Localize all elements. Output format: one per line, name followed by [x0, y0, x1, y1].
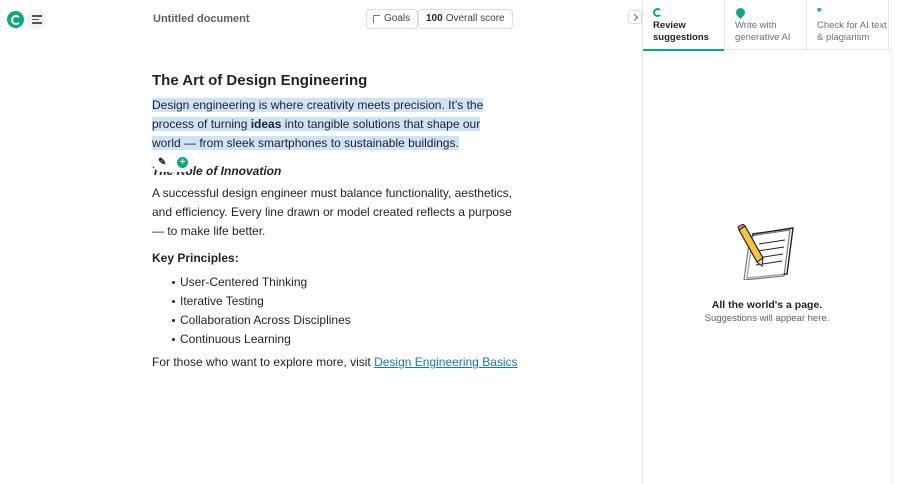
score-label: Overall score — [445, 13, 505, 24]
empty-state-title: All the world's a page. — [711, 299, 823, 311]
editor-area: Untitled document Goals 100 Overall score… — [0, 0, 642, 484]
tab-check-ai-plagiarism[interactable]: ❞ Check for AI text & plagiarism — [807, 0, 889, 50]
goals-label: Goals — [384, 13, 411, 24]
goals-icon — [373, 15, 380, 23]
score-value: 100 — [426, 13, 443, 24]
tab-label: Check for AI text & plagiarism — [817, 20, 887, 43]
principles-heading[interactable]: Key Principles: — [152, 251, 239, 265]
tab-write-generative-ai[interactable]: Write with generative AI — [725, 0, 807, 50]
empty-state-subtitle: Suggestions will appear here. — [704, 313, 830, 324]
add-icon[interactable]: + — [177, 157, 188, 168]
sidebar-scrollbar[interactable] — [891, 0, 900, 484]
design-engineering-basics-link[interactable]: Design Engineering Basics — [374, 355, 517, 369]
document-title[interactable]: Untitled document — [153, 13, 250, 25]
grammarly-icon — [653, 8, 662, 17]
collapse-sidebar-button[interactable] — [628, 10, 642, 24]
quote-icon: ❞ — [817, 7, 822, 17]
rewrite-icon[interactable]: ✎ — [158, 158, 166, 168]
document-heading[interactable]: The Art of Design Engineering — [152, 72, 367, 89]
paragraph-role[interactable]: A successful design engineer must balanc… — [152, 184, 512, 241]
selected-text[interactable]: Design engineering is where creativity m… — [152, 98, 484, 150]
menu-button[interactable] — [27, 9, 47, 29]
list-item[interactable]: User-Centered Thinking — [172, 273, 351, 292]
list-item[interactable]: Collaboration Across Disciplines — [172, 311, 351, 330]
assistant-sidebar: Review suggestions Write with generative… — [642, 0, 900, 484]
grammarly-logo-icon[interactable] — [7, 11, 24, 28]
paragraph-explore[interactable]: For those who want to explore more, visi… — [152, 354, 518, 370]
principles-list: User-Centered Thinking Iterative Testing… — [172, 273, 351, 349]
sidebar-tabs: Review suggestions Write with generative… — [643, 0, 891, 51]
paragraph-intro[interactable]: Design engineering is where creativity m… — [152, 96, 512, 153]
bold-word: ideas — [250, 117, 282, 131]
tab-label: Review suggestions — [653, 20, 709, 43]
notepad-pencil-icon — [737, 224, 794, 280]
goals-button[interactable]: Goals — [366, 9, 419, 29]
list-item[interactable]: Iterative Testing — [172, 292, 351, 311]
list-item[interactable]: Continuous Learning — [172, 330, 351, 349]
tab-review-suggestions[interactable]: Review suggestions — [643, 0, 725, 51]
top-bar: Untitled document Goals 100 Overall score — [0, 0, 642, 40]
pin-icon — [734, 6, 747, 19]
tab-label: Write with generative AI — [735, 20, 791, 43]
overall-score-button[interactable]: 100 Overall score — [418, 9, 513, 29]
floating-toolbar: ✎ + — [153, 154, 193, 172]
